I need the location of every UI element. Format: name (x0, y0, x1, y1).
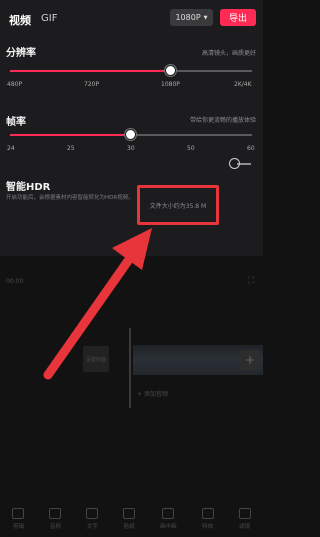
annotation-arrow (43, 228, 152, 380)
arrow-head (112, 228, 152, 270)
arrow-shaft (43, 253, 135, 380)
